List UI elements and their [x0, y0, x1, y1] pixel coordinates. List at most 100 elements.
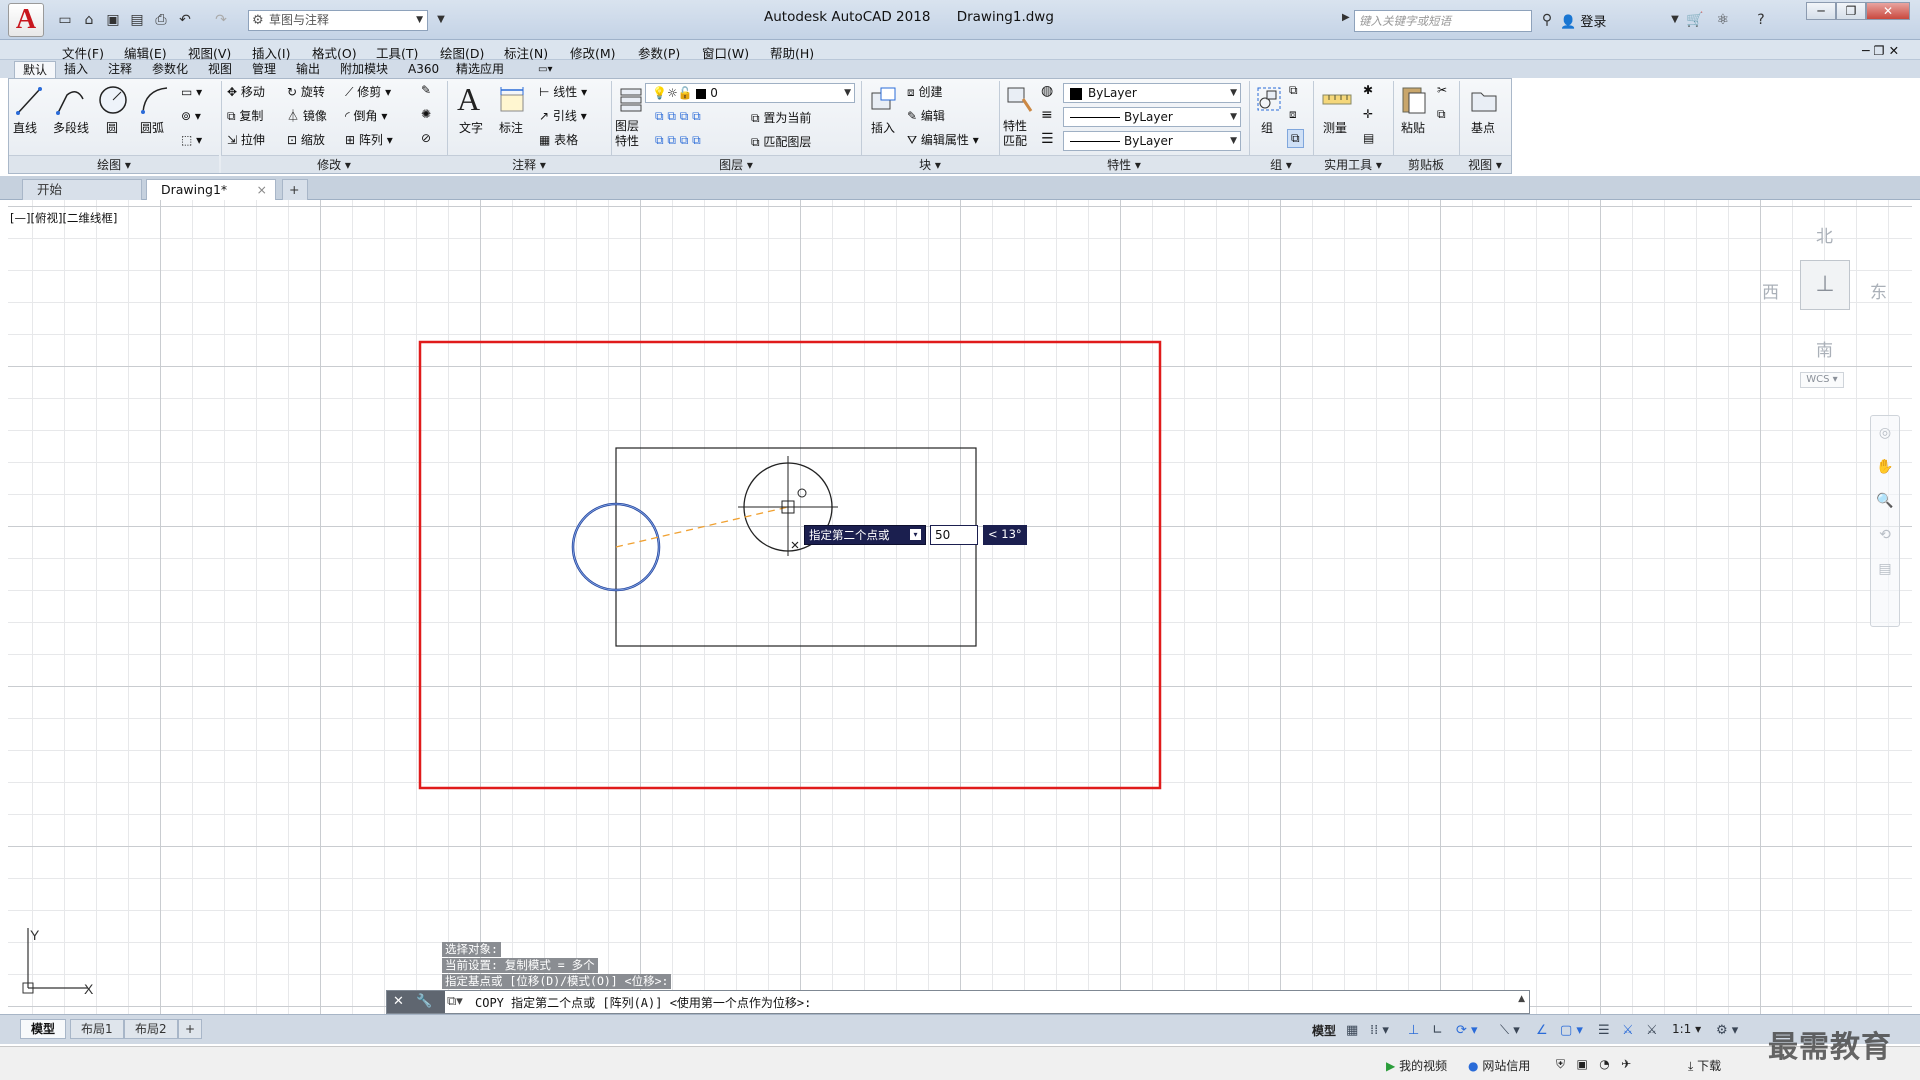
leader-button[interactable]: ↗ 引线 ▾: [539, 107, 587, 124]
edit-block-button[interactable]: ✎ 编辑: [907, 107, 945, 124]
circle-icon[interactable]: [97, 84, 129, 116]
redo-icon[interactable]: ↷: [212, 12, 230, 28]
search-input[interactable]: 键入关键字或短语: [1354, 10, 1532, 32]
workspace-select[interactable]: ⚙ 草图与注释 ▼: [248, 10, 428, 31]
scale-button[interactable]: ⊡ 缩放: [287, 131, 325, 148]
text-icon[interactable]: A: [457, 81, 480, 118]
maximize-button[interactable]: ❐: [1836, 2, 1866, 20]
new-icon[interactable]: ▭: [56, 12, 74, 28]
clipboard-panel-title[interactable]: 剪贴板: [1393, 155, 1459, 173]
isodraft-icon[interactable]: ⟳ ▾: [1456, 1023, 1478, 1038]
ribbon-toggle-icon[interactable]: ▭▾: [530, 61, 560, 78]
table-button[interactable]: ▦ 表格: [539, 131, 578, 148]
tray-download[interactable]: ⤓ 下载: [1688, 1057, 1721, 1074]
array-button[interactable]: ⊞ 阵列 ▾: [345, 131, 393, 148]
color-wheel-icon[interactable]: ◍: [1041, 83, 1053, 99]
layers-panel-title[interactable]: 图层 ▾: [611, 155, 861, 173]
history-toggle-icon[interactable]: ▲: [1518, 994, 1525, 1004]
viewcube-north[interactable]: 北: [1816, 222, 1833, 247]
edit-attributes-button[interactable]: ⛛ 编辑属性 ▾: [907, 131, 979, 148]
utilities-panel-title[interactable]: 实用工具 ▾: [1313, 155, 1393, 173]
annotation-visibility-icon[interactable]: ⚔: [1622, 1023, 1634, 1038]
auto-scale-icon[interactable]: ⚔: [1646, 1023, 1658, 1038]
command-icon[interactable]: ⧉▾: [447, 994, 463, 1009]
properties-panel-title[interactable]: 特性 ▾: [999, 155, 1249, 173]
ortho-icon[interactable]: ⊥: [1408, 1023, 1419, 1038]
app-menu-button[interactable]: A: [8, 3, 44, 37]
osnap-tracking-icon[interactable]: ⟍ ▾: [1500, 1023, 1520, 1038]
tab-parametric[interactable]: 参数化: [144, 61, 196, 78]
mirror-button[interactable]: ⏃ 镜像: [287, 107, 327, 124]
drawn-rectangle[interactable]: [615, 447, 977, 647]
tab-start[interactable]: 开始: [22, 179, 142, 200]
help-icon[interactable]: ?: [1752, 12, 1770, 28]
tab-featured-apps[interactable]: 精选应用: [448, 61, 512, 78]
tab-view[interactable]: 视图: [200, 61, 240, 78]
tab-output[interactable]: 输出: [288, 61, 328, 78]
move-button[interactable]: ✥ 移动: [227, 83, 265, 100]
draw-panel-title[interactable]: 绘图 ▾: [9, 155, 219, 173]
snap-icon[interactable]: ⁞⁞ ▾: [1370, 1023, 1389, 1038]
layout-tab-model[interactable]: 模型: [20, 1019, 67, 1039]
group-icon[interactable]: [1255, 85, 1283, 115]
model-space-toggle[interactable]: 模型: [1312, 1022, 1336, 1039]
point-icon[interactable]: ✛: [1363, 107, 1373, 121]
add-layout-button[interactable]: +: [178, 1019, 203, 1039]
set-current-button[interactable]: ⧉ 置为当前: [751, 109, 811, 126]
polyline-button[interactable]: 多段线: [53, 119, 89, 136]
navigation-bar[interactable]: ◎ ✋ 🔍 ⟲ ▤: [1870, 415, 1900, 627]
base-view-icon[interactable]: [1469, 87, 1499, 113]
viewcube-south[interactable]: 南: [1816, 336, 1833, 361]
close-cmd-icon[interactable]: ✕: [393, 994, 404, 1009]
view-panel-title[interactable]: 视图 ▾: [1459, 155, 1511, 173]
measure-button[interactable]: 测量: [1323, 119, 1347, 136]
block-panel-title[interactable]: 块 ▾: [861, 155, 999, 173]
modify-panel-title[interactable]: 修改 ▾: [221, 155, 447, 173]
dimension-icon[interactable]: [497, 85, 527, 115]
tray-video[interactable]: ▶ 我的视频: [1386, 1057, 1447, 1074]
polyline-icon[interactable]: [55, 85, 87, 117]
print-icon[interactable]: ⎙: [152, 12, 170, 28]
ungroup-icon[interactable]: ⧉: [1289, 83, 1298, 98]
rectangle-icon[interactable]: ▭ ▾: [181, 85, 202, 99]
layer-properties-icon[interactable]: [617, 85, 647, 115]
tab-insert[interactable]: 插入: [56, 61, 96, 78]
doc-window-controls[interactable]: ─ ❐ ✕: [1862, 43, 1899, 58]
tab-a360[interactable]: A360: [400, 61, 447, 78]
layout-tab-2[interactable]: 布局2: [124, 1019, 178, 1039]
lineweight-toggle-icon[interactable]: ▢ ▾: [1560, 1023, 1583, 1038]
copy-clip-icon[interactable]: ⧉: [1437, 107, 1446, 122]
options-arrow-icon[interactable]: ▾: [910, 529, 921, 540]
linetype-select[interactable]: ByLayer ▼: [1063, 107, 1241, 127]
dynamic-input-angle[interactable]: < 13°: [983, 525, 1027, 545]
erase-icon[interactable]: ✎: [421, 83, 431, 97]
save-icon[interactable]: ▣: [104, 12, 122, 28]
drawing-canvas[interactable]: Y X: [8, 200, 1912, 1022]
explode-icon[interactable]: ✺: [421, 107, 431, 121]
cart-icon[interactable]: 🛒: [1686, 12, 1704, 28]
cut-icon[interactable]: ✂: [1437, 83, 1447, 97]
insert-block-icon[interactable]: [869, 85, 899, 115]
lineweight-icon[interactable]: ☰: [1041, 131, 1054, 147]
qa-customize-icon[interactable]: ▼: [432, 12, 450, 28]
minimize-button[interactable]: ─: [1806, 2, 1836, 20]
open-icon[interactable]: ⌂: [80, 12, 98, 28]
layer-properties-button[interactable]: 图层 特性: [615, 119, 639, 149]
workspace-gear-icon[interactable]: ⚙ ▾: [1716, 1023, 1738, 1038]
measure-icon[interactable]: [1321, 87, 1353, 113]
region-icon[interactable]: ⬚ ▾: [181, 133, 202, 147]
annotation-panel-title[interactable]: 注释 ▾: [447, 155, 611, 173]
command-prompt-text[interactable]: COPY 指定第二个点或 [阵列(A)] <使用第一个点作为位移>:: [475, 994, 811, 1011]
trim-button[interactable]: ⟋ 修剪 ▾: [345, 83, 391, 100]
viewcube-east[interactable]: 东: [1870, 278, 1887, 303]
create-block-button[interactable]: ⧈ 创建: [907, 83, 942, 100]
tray-network[interactable]: ● 网站信用: [1468, 1057, 1530, 1074]
group-edit-icon[interactable]: ⧈: [1289, 107, 1297, 122]
layout-tab-1[interactable]: 布局1: [70, 1019, 124, 1039]
line-button[interactable]: 直线: [13, 119, 37, 136]
arc-button[interactable]: 圆弧: [140, 119, 164, 136]
copy-button[interactable]: ⧉ 复制: [227, 107, 263, 124]
tray-icons[interactable]: ⛨ ▣ ◔ ✈: [1556, 1057, 1631, 1072]
text-button[interactable]: 文字: [459, 119, 483, 136]
dynamic-input-distance[interactable]: 50: [930, 525, 978, 545]
